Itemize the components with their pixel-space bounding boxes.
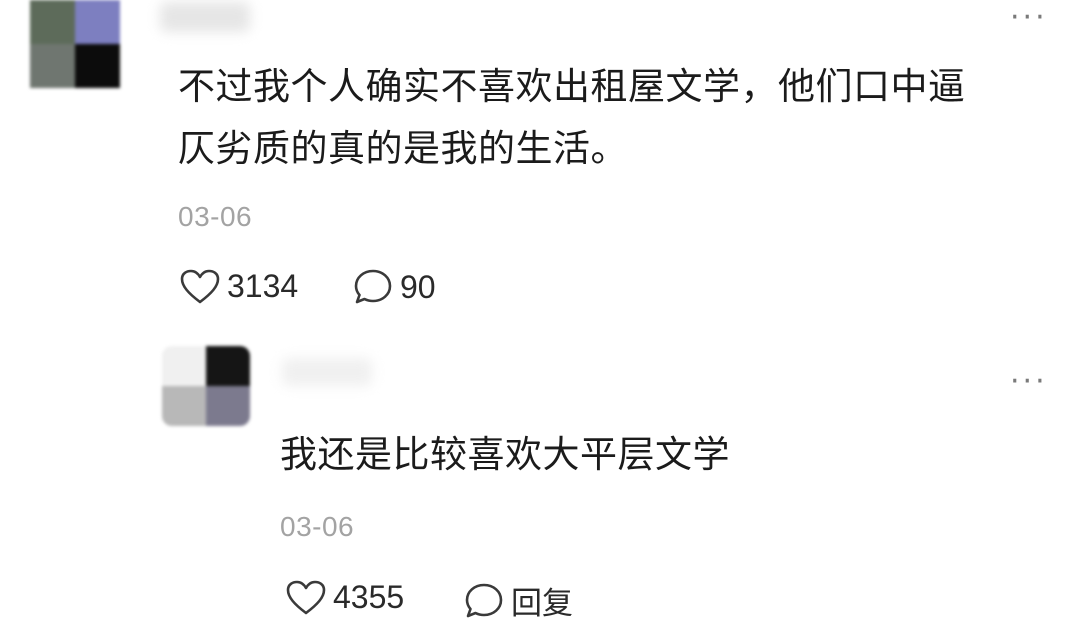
reply-text: 我还是比较喜欢大平层文学	[280, 433, 730, 476]
comment-more-button[interactable]: ···	[1010, 3, 1048, 33]
comment-text-line-2: 仄劣质的真的是我的生活。	[178, 127, 628, 170]
heart-outline-icon	[180, 269, 220, 303]
reply-date: 03-06	[280, 511, 355, 542]
comment-text-line-1: 不过我个人确实不喜欢出租屋文学，他们口中逼	[178, 65, 966, 108]
reply-like-count: 4355	[333, 579, 405, 615]
comment-date: 03-06	[178, 201, 253, 232]
reply-like-button[interactable]: 4355	[286, 579, 404, 616]
comment-like-button[interactable]: 3134	[180, 268, 298, 305]
reply-avatar[interactable]	[162, 346, 250, 426]
comment-avatar[interactable]	[30, 0, 120, 88]
comment-username-blurred[interactable]	[160, 2, 250, 32]
heart-outline-icon	[286, 580, 326, 614]
comment-replies-button[interactable]: 90	[353, 268, 436, 306]
more-dots-icon: ···	[1010, 0, 1048, 35]
speech-bubble-icon	[354, 269, 392, 304]
comment-reply-count: 90	[400, 268, 436, 305]
reply-reply-button[interactable]: 回复	[464, 578, 573, 623]
more-dots-icon: ···	[1010, 364, 1048, 399]
speech-bubble-icon	[465, 583, 503, 617]
reply-more-button[interactable]: ···	[1010, 367, 1048, 397]
comment-like-count: 3134	[227, 268, 299, 304]
reply-username-blurred[interactable]	[282, 358, 372, 386]
comment-text: 不过我个人确实不喜欢出租屋文学，他们口中逼 仄劣质的真的是我的生活。	[178, 56, 966, 180]
reply-button-label: 回复	[511, 586, 573, 622]
